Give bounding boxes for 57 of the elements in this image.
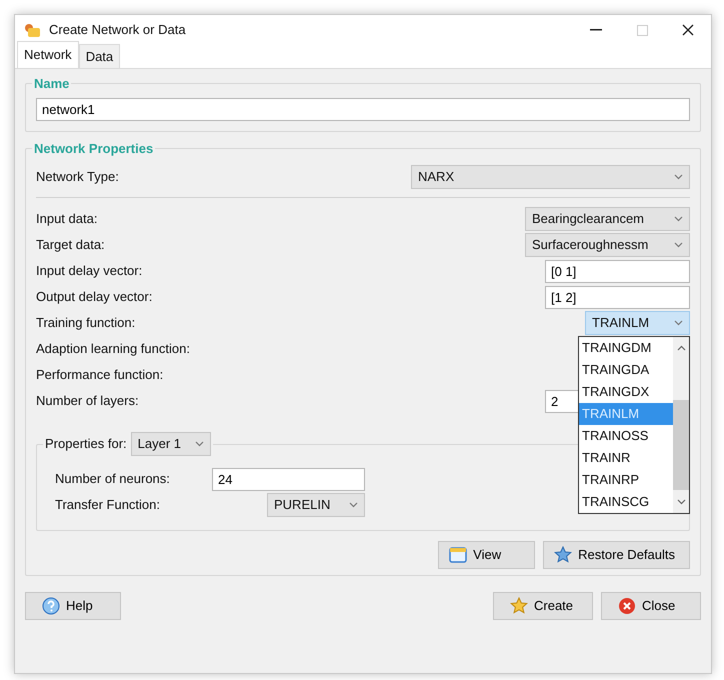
restore-defaults-button[interactable]: Restore Defaults — [543, 541, 690, 569]
close-button[interactable]: Close — [601, 592, 701, 620]
scrollbar-thumb[interactable] — [673, 400, 689, 490]
dropdown-option[interactable]: TRAINGDA — [579, 359, 673, 381]
window-title: Create Network or Data — [49, 21, 187, 40]
section-title: Name — [33, 77, 70, 90]
name-field[interactable]: network1 — [36, 98, 690, 121]
field-label: Performance function: — [36, 366, 164, 384]
star-icon — [510, 597, 528, 615]
field-label: Properties for: — [45, 435, 127, 454]
field-label: Output delay vector: — [36, 288, 152, 306]
help-button[interactable]: Help — [25, 592, 121, 620]
dropdown[interactable]: Bearingclearancem — [525, 207, 690, 231]
field-label: Training function: — [36, 314, 136, 332]
field-label: Number of layers: — [36, 392, 139, 410]
tab[interactable]: Data — [78, 44, 120, 68]
dropdown[interactable]: Surfaceroughnessm — [525, 233, 690, 257]
view-button[interactable]: View — [438, 541, 536, 569]
help-icon — [42, 597, 60, 615]
scroll-up-icon[interactable] — [676, 345, 686, 351]
input-field[interactable]: 24 — [212, 468, 365, 490]
layer-dropdown[interactable]: Layer 1 — [130, 432, 211, 456]
network-type-dropdown[interactable]: NARX — [411, 165, 690, 189]
dropdown-option[interactable]: TRAINSCG — [579, 491, 673, 513]
dropdown-option[interactable]: TRAINGDM — [579, 337, 673, 359]
star-icon — [554, 546, 572, 564]
chevron-icon — [674, 174, 683, 180]
dropdown-option[interactable]: TRAINR — [579, 447, 673, 469]
field-label: Input data: — [36, 210, 98, 228]
maximize-icon — [636, 24, 648, 36]
tab[interactable]: Network — [17, 40, 79, 68]
chevron-icon — [674, 320, 683, 326]
field-label: Number of neurons: — [55, 470, 170, 488]
dropdown-option[interactable]: TRAINRP — [579, 469, 673, 491]
chevron-icon — [349, 502, 358, 508]
window-icon — [449, 547, 468, 563]
minimize-icon — [590, 29, 602, 31]
close-icon — [618, 597, 636, 615]
chevron-icon — [674, 216, 683, 222]
chevron-icon — [194, 441, 204, 447]
field-label: Network Type: — [36, 168, 119, 186]
field-label: Target data: — [36, 236, 105, 254]
scroll-down-icon[interactable] — [676, 499, 686, 505]
input-field[interactable]: [0 1] — [545, 260, 690, 282]
section-title: Network Properties — [33, 142, 154, 155]
dropdown-option[interactable]: TRAINGDX — [579, 381, 673, 403]
field-label: Input delay vector: — [36, 262, 142, 280]
dropdown-option[interactable]: TRAINOSS — [579, 425, 673, 447]
app-icon — [23, 22, 41, 38]
field-label: Adaption learning function: — [36, 340, 190, 358]
field-label: Transfer Function: — [55, 496, 160, 514]
create-button[interactable]: Create — [493, 592, 593, 620]
dropdown[interactable]: PURELIN — [267, 493, 365, 517]
dropdown[interactable]: TRAINLM — [585, 311, 690, 335]
chevron-icon — [674, 242, 683, 248]
close-icon — [682, 24, 694, 36]
input-field[interactable]: [1 2] — [545, 286, 690, 308]
